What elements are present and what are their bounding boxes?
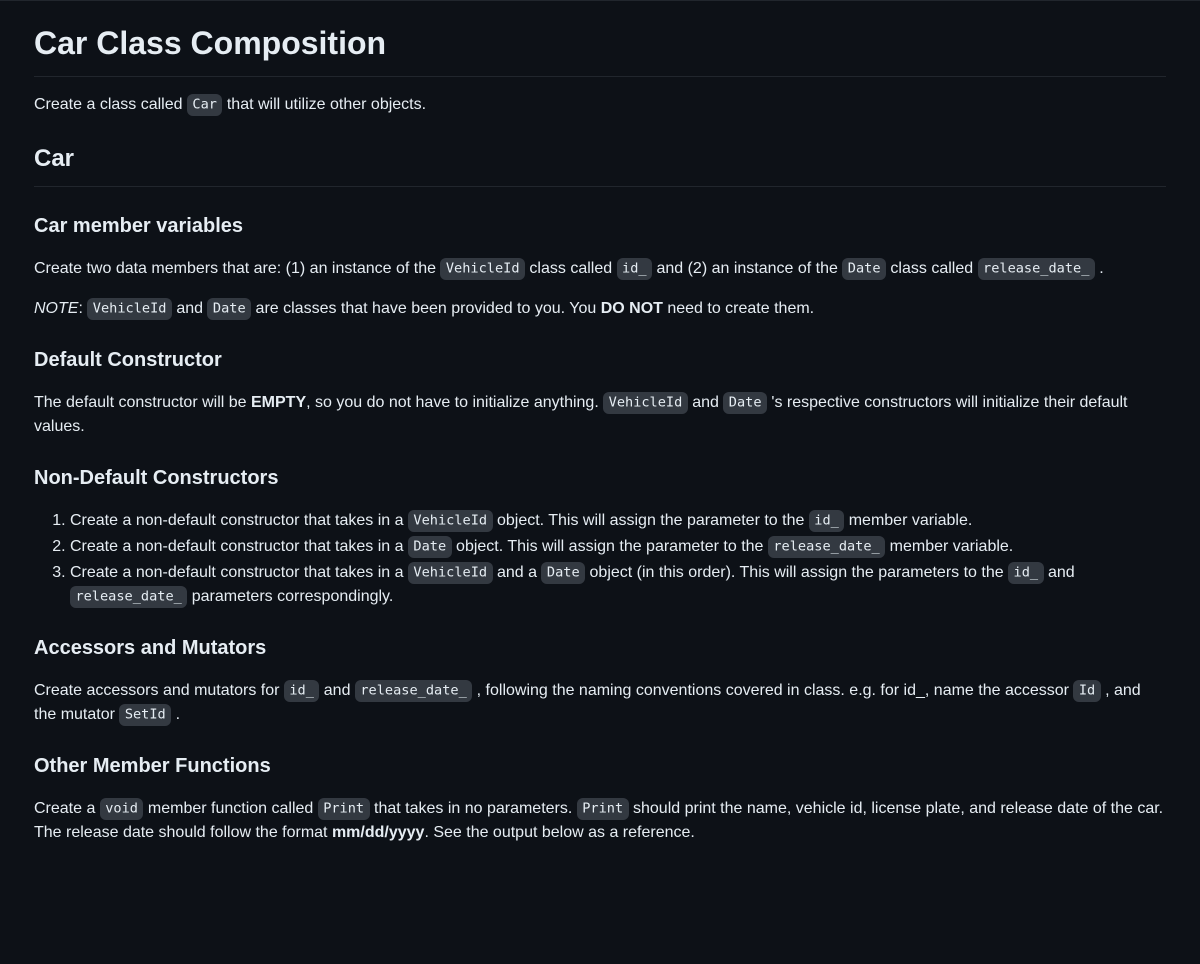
code-date: Date bbox=[723, 392, 767, 413]
text: . See the output below as a reference. bbox=[424, 824, 694, 841]
code-date: Date bbox=[842, 258, 886, 279]
text: , following the naming conventions cover… bbox=[472, 682, 1073, 699]
text: . bbox=[1095, 260, 1104, 277]
text: Create two data members that are: (1) an… bbox=[34, 260, 440, 277]
text: . bbox=[171, 706, 180, 723]
text: Create a class called bbox=[34, 96, 187, 113]
code-setid: SetId bbox=[119, 704, 171, 725]
text: object. This will assign the parameter t… bbox=[493, 512, 809, 529]
accessors-paragraph: Create accessors and mutators for id_ an… bbox=[34, 679, 1166, 727]
empty-strong: EMPTY bbox=[251, 394, 306, 411]
text: Create a bbox=[34, 800, 100, 817]
text: member function called bbox=[143, 800, 317, 817]
code-print: Print bbox=[318, 798, 370, 819]
text: are classes that have been provided to y… bbox=[251, 300, 601, 317]
non-default-constructors-heading: Non-Default Constructors bbox=[34, 463, 1166, 493]
note-paragraph: NOTE: VehicleId and Date are classes tha… bbox=[34, 297, 1166, 321]
text: and bbox=[1044, 564, 1075, 581]
list-item: Create a non-default constructor that ta… bbox=[70, 561, 1166, 609]
section-car-heading: Car bbox=[34, 141, 1166, 187]
text: that will utilize other objects. bbox=[222, 96, 426, 113]
text: The default constructor will be bbox=[34, 394, 251, 411]
other-paragraph: Create a void member function called Pri… bbox=[34, 797, 1166, 845]
text: and bbox=[172, 300, 208, 317]
date-format-strong: mm/dd/yyyy bbox=[332, 824, 424, 841]
intro-paragraph: Create a class called Car that will util… bbox=[34, 93, 1166, 117]
text: object. This will assign the parameter t… bbox=[452, 538, 768, 555]
text: object (in this order). This will assign… bbox=[585, 564, 1008, 581]
member-variables-heading: Car member variables bbox=[34, 211, 1166, 241]
code-vehicleid: VehicleId bbox=[603, 392, 688, 413]
text: : bbox=[78, 300, 87, 317]
text: Create a non-default constructor that ta… bbox=[70, 512, 408, 529]
text: that takes in no parameters. bbox=[370, 800, 577, 817]
code-id-accessor: Id bbox=[1073, 680, 1100, 701]
default-constructor-heading: Default Constructor bbox=[34, 345, 1166, 375]
text: need to create them. bbox=[663, 300, 814, 317]
code-id: id_ bbox=[1008, 562, 1043, 583]
code-id: id_ bbox=[809, 510, 844, 531]
list-item: Create a non-default constructor that ta… bbox=[70, 535, 1166, 559]
code-release-date: release_date_ bbox=[978, 258, 1095, 279]
text: and (2) an instance of the bbox=[652, 260, 842, 277]
text: Create a non-default constructor that ta… bbox=[70, 564, 408, 581]
do-not-strong: DO NOT bbox=[601, 300, 663, 317]
page-title: Car Class Composition bbox=[34, 1, 1166, 77]
text: Create accessors and mutators for bbox=[34, 682, 284, 699]
code-void: void bbox=[100, 798, 144, 819]
text: class called bbox=[525, 260, 617, 277]
code-date: Date bbox=[408, 536, 452, 557]
default-constructor-paragraph: The default constructor will be EMPTY, s… bbox=[34, 391, 1166, 439]
code-vehicleid: VehicleId bbox=[440, 258, 525, 279]
code-print: Print bbox=[577, 798, 629, 819]
code-car: Car bbox=[187, 94, 222, 115]
member-variables-paragraph: Create two data members that are: (1) an… bbox=[34, 257, 1166, 281]
text: and bbox=[319, 682, 355, 699]
note-label: NOTE bbox=[34, 300, 78, 317]
text: Create a non-default constructor that ta… bbox=[70, 538, 408, 555]
accessors-mutators-heading: Accessors and Mutators bbox=[34, 633, 1166, 663]
text: member variable. bbox=[844, 512, 972, 529]
list-item: Create a non-default constructor that ta… bbox=[70, 509, 1166, 533]
text: , so you do not have to initialize anyth… bbox=[306, 394, 603, 411]
document-body: Car Class Composition Create a class cal… bbox=[0, 0, 1200, 879]
code-id: id_ bbox=[284, 680, 319, 701]
text: and bbox=[688, 394, 724, 411]
text: member variable. bbox=[885, 538, 1013, 555]
non-default-list: Create a non-default constructor that ta… bbox=[34, 509, 1166, 609]
text: class called bbox=[886, 260, 978, 277]
code-release-date: release_date_ bbox=[768, 536, 885, 557]
code-id: id_ bbox=[617, 258, 652, 279]
text: parameters correspondingly. bbox=[187, 588, 393, 605]
code-vehicleid: VehicleId bbox=[87, 298, 172, 319]
other-member-functions-heading: Other Member Functions bbox=[34, 751, 1166, 781]
code-release-date: release_date_ bbox=[70, 586, 187, 607]
code-release-date: release_date_ bbox=[355, 680, 472, 701]
code-date: Date bbox=[541, 562, 585, 583]
code-date: Date bbox=[207, 298, 251, 319]
text: and a bbox=[493, 564, 542, 581]
code-vehicleid: VehicleId bbox=[408, 510, 493, 531]
code-vehicleid: VehicleId bbox=[408, 562, 493, 583]
